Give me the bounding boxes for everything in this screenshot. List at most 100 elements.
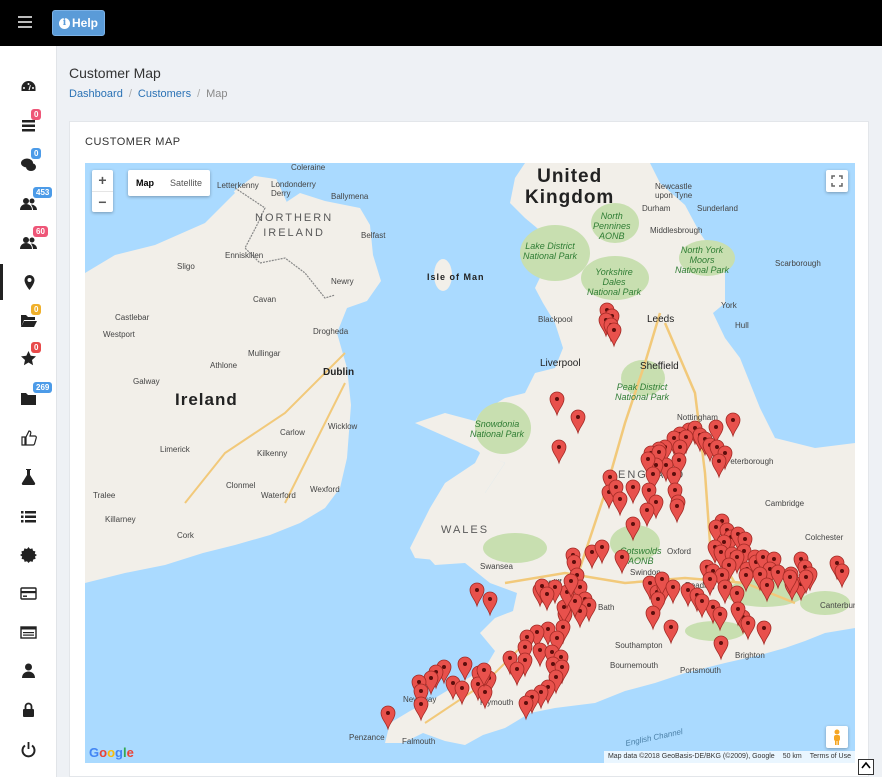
zoom-out-button[interactable]: − xyxy=(92,192,113,213)
customer-pin[interactable] xyxy=(509,661,525,687)
customer-pin[interactable] xyxy=(834,563,850,589)
breadcrumb: Dashboard / Customers / Map xyxy=(69,88,228,100)
customer-pin[interactable] xyxy=(457,656,473,682)
sidebar-item-chat-bubbles[interactable]: 0 xyxy=(0,146,56,182)
customer-pin[interactable] xyxy=(645,605,661,631)
customer-pin[interactable] xyxy=(539,586,555,612)
sidebar-item-folder-open[interactable]: 0 xyxy=(0,302,56,338)
customer-pin[interactable] xyxy=(612,491,628,517)
chevron-up-icon xyxy=(861,761,871,769)
page-title: Customer Map xyxy=(69,65,161,81)
sidebar-badge: 0 xyxy=(31,304,42,315)
sidebar-badge: 0 xyxy=(31,342,42,353)
card-title: CUSTOMER MAP xyxy=(85,136,181,148)
lock-icon xyxy=(22,702,34,717)
map-scale: 50 km xyxy=(782,753,802,760)
customer-pin[interactable] xyxy=(454,680,470,706)
customer-pins xyxy=(380,302,850,731)
cog-icon xyxy=(19,546,37,563)
sidebar-badge: 269 xyxy=(33,382,53,393)
customer-pin[interactable] xyxy=(725,412,741,438)
fullscreen-icon xyxy=(831,175,843,187)
attribution-text: Map data ©2018 GeoBasis-DE/BKG (©2009), … xyxy=(607,753,775,760)
sidebar-item-cog[interactable] xyxy=(0,536,56,572)
customer-pin[interactable] xyxy=(663,619,679,645)
customer-pin[interactable] xyxy=(711,453,727,479)
scroll-to-top-button[interactable] xyxy=(858,759,874,775)
map-view[interactable]: United Kingdom NORTHERN IRELAND Ireland WA… xyxy=(85,163,855,763)
customer-pin[interactable] xyxy=(665,579,681,605)
sidebar-item-credit-card[interactable] xyxy=(0,575,56,611)
customer-pin[interactable] xyxy=(482,591,498,617)
street-view-pegman[interactable] xyxy=(826,726,848,748)
map-type-control: Map Satellite xyxy=(128,170,211,196)
power-icon xyxy=(21,741,35,757)
terms-link[interactable]: Terms of Use xyxy=(810,751,851,763)
customer-pin[interactable] xyxy=(625,516,641,542)
info-icon: i xyxy=(58,17,70,29)
google-logo: Google xyxy=(89,745,134,760)
sidebar-item-dashboard[interactable] xyxy=(0,69,56,105)
sidebar-item-id-card[interactable] xyxy=(0,614,56,650)
thumbs-up-icon xyxy=(20,429,37,446)
customer-pin[interactable] xyxy=(694,593,710,619)
customer-pin[interactable] xyxy=(625,479,641,505)
menu-toggle-icon[interactable] xyxy=(18,16,32,28)
customer-pin[interactable] xyxy=(759,577,775,603)
flask-icon xyxy=(21,468,35,485)
sidebar-item-power[interactable] xyxy=(0,731,56,767)
customer-pin[interactable] xyxy=(712,606,728,632)
customer-pin[interactable] xyxy=(469,582,485,608)
sidebar-item-list[interactable] xyxy=(0,498,56,534)
map-type-satellite-button[interactable]: Satellite xyxy=(162,170,210,196)
map-type-map-button[interactable]: Map xyxy=(128,170,162,196)
dashboard-icon xyxy=(21,80,35,91)
sidebar-badge: 453 xyxy=(33,187,53,198)
zoom-control: + − xyxy=(92,170,113,212)
customer-pin[interactable] xyxy=(756,620,772,646)
sidebar-item-list-stack[interactable]: 0 xyxy=(0,107,56,143)
customer-pin[interactable] xyxy=(380,705,396,731)
customer-pin[interactable] xyxy=(594,539,610,565)
sidebar-item-users[interactable]: 453 xyxy=(0,185,56,221)
sidebar-item-map-marker[interactable] xyxy=(0,264,56,300)
customer-pin[interactable] xyxy=(413,696,429,722)
customer-pin[interactable] xyxy=(477,684,493,710)
sidebar-item-thumbs-up[interactable] xyxy=(0,419,56,455)
credit-card-icon xyxy=(19,586,37,600)
customer-pin[interactable] xyxy=(532,642,548,668)
customer-pin[interactable] xyxy=(639,502,655,528)
user-icon xyxy=(21,663,35,678)
customer-pin[interactable] xyxy=(549,391,565,417)
sidebar-item-flask[interactable] xyxy=(0,458,56,494)
customer-pin[interactable] xyxy=(518,695,534,721)
customer-map-card: CUSTOMER MAP United Kingdom NORTHERN IRE… xyxy=(69,121,869,777)
sidebar-badge: 0 xyxy=(31,148,42,159)
help-button[interactable]: i Help xyxy=(52,10,105,36)
sidebar-item-users[interactable]: 60 xyxy=(0,224,56,260)
customer-pin[interactable] xyxy=(713,635,729,661)
zoom-in-button[interactable]: + xyxy=(92,170,113,192)
breadcrumb-customers[interactable]: Customers xyxy=(138,88,191,100)
help-label: Help xyxy=(71,16,98,30)
customer-pin[interactable] xyxy=(702,571,718,597)
breadcrumb-dashboard[interactable]: Dashboard xyxy=(69,88,123,100)
sidebar-item-folder[interactable]: 269 xyxy=(0,380,56,416)
customer-pin[interactable] xyxy=(669,498,685,524)
customer-pin[interactable] xyxy=(740,615,756,641)
sidebar-item-star[interactable]: 0 xyxy=(0,340,56,376)
customer-pin[interactable] xyxy=(551,439,567,465)
fullscreen-button[interactable] xyxy=(826,170,848,192)
id-card-icon xyxy=(19,625,37,639)
sidebar: 0 0 453 60 0 0 269 xyxy=(0,46,57,777)
pegman-icon xyxy=(834,729,840,745)
top-bar: i Help xyxy=(0,0,882,46)
sidebar-item-user[interactable] xyxy=(0,652,56,688)
customer-pin[interactable] xyxy=(606,322,622,348)
customer-pin[interactable] xyxy=(614,549,630,575)
map-marker-icon xyxy=(24,274,35,290)
customer-pin[interactable] xyxy=(570,409,586,435)
sidebar-badge: 0 xyxy=(31,109,42,120)
sidebar-item-lock[interactable] xyxy=(0,691,56,727)
breadcrumb-map: Map xyxy=(206,88,228,100)
